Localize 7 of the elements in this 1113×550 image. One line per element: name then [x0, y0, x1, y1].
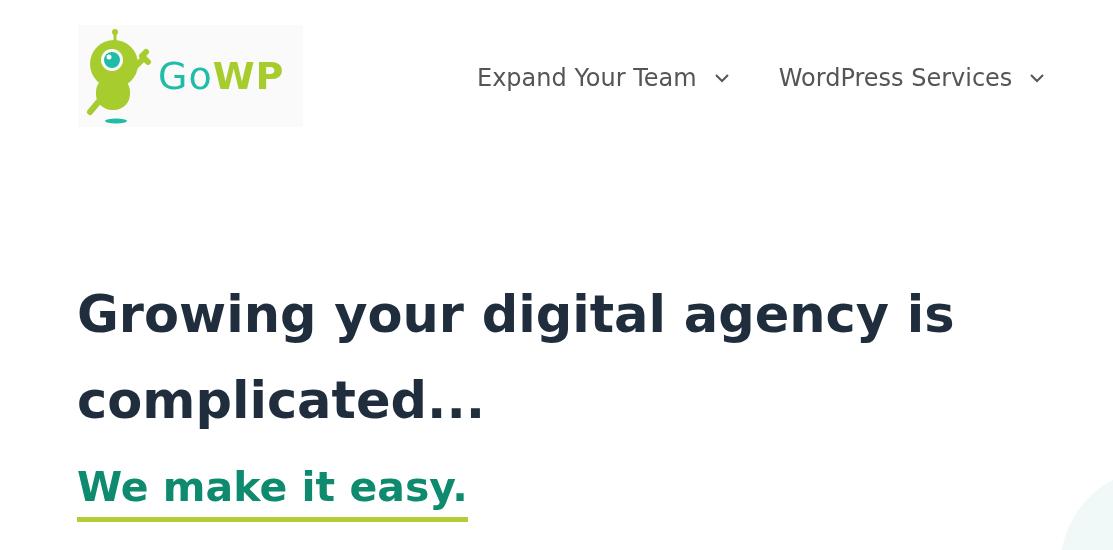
chevron-down-icon: [1030, 73, 1045, 83]
nav-link[interactable]: Expand Your Team: [477, 64, 729, 92]
logo-wordmark: GoWP: [158, 54, 285, 98]
chevron-down-icon: [714, 73, 729, 83]
hero-subheading: We make it easy.: [77, 461, 468, 522]
hero-heading: Growing your digital agency is complicated...: [77, 284, 956, 432]
nav-link[interactable]: WordPress Services: [778, 64, 1045, 92]
